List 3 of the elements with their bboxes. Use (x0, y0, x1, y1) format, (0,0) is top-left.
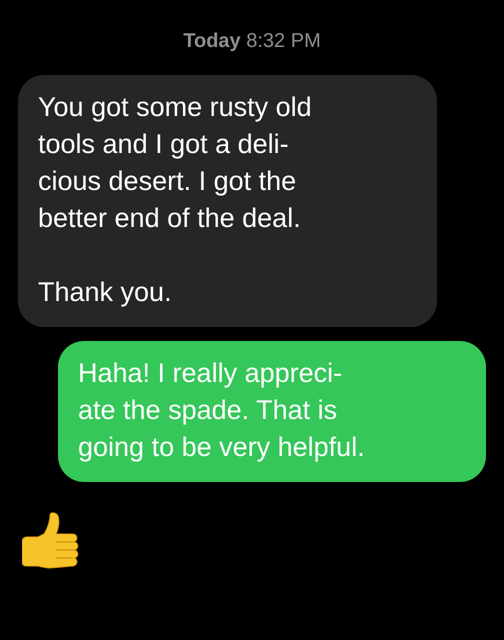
message-bubble: Haha! I really appreci- ate the spade. That is going to be very helpful. (58, 341, 486, 482)
message-bubble: You got some rusty old tools and I got a deli- cious desert. I got the better end of the deal. Thank you. (18, 75, 437, 327)
timestamp: Today 8:32 PM (183, 30, 321, 53)
